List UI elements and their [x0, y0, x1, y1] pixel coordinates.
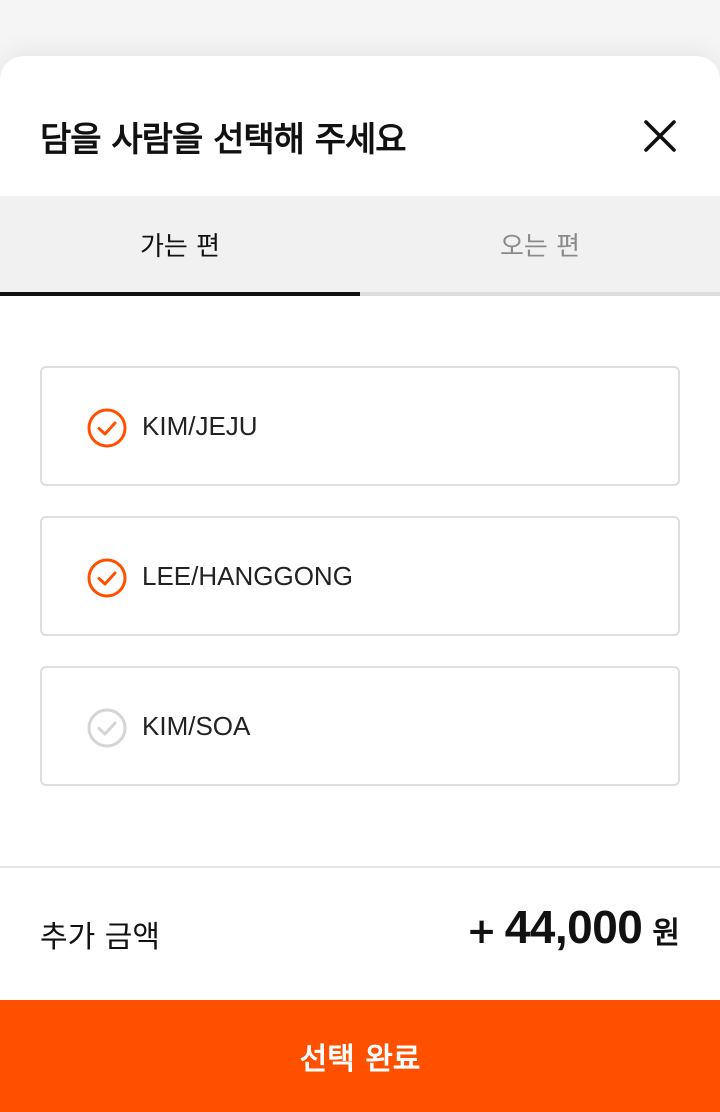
sheet-title: 담을 사람을 선택해 주세요: [40, 120, 407, 160]
tab-return-label: 오는 편: [499, 231, 581, 262]
check-circle-icon: [87, 558, 127, 598]
amount-unit: 원: [652, 916, 680, 951]
passenger-name: KIM/JEJU: [142, 411, 258, 441]
close-icon: [644, 120, 676, 152]
bottom-sheet: 담을 사람을 선택해 주세요 가는 편 오는 편 KIM/JEJU LEE/HA…: [0, 56, 720, 1112]
check-circle-icon: [87, 708, 127, 748]
passenger-name: KIM/SOA: [142, 711, 251, 741]
direction-tabs: 가는 편 오는 편: [0, 196, 720, 296]
tab-return[interactable]: 오는 편: [360, 196, 720, 296]
passenger-name: LEE/HANGGONG: [142, 561, 353, 591]
passenger-list: KIM/JEJU LEE/HANGGONG KIM/SOA: [40, 366, 680, 816]
complete-selection-label: 선택 완료: [299, 1042, 421, 1077]
check-circle-icon: [87, 408, 127, 448]
additional-amount-value: + 44,000 원: [467, 900, 680, 954]
complete-selection-button[interactable]: 선택 완료: [0, 1000, 720, 1112]
passenger-item[interactable]: KIM/SOA: [40, 666, 680, 786]
tab-outbound[interactable]: 가는 편: [0, 196, 360, 296]
close-button[interactable]: [640, 116, 680, 156]
amount-sign: +: [466, 911, 497, 952]
tab-outbound-label: 가는 편: [139, 231, 221, 262]
amount-number: 44,000: [504, 901, 643, 953]
passenger-item[interactable]: LEE/HANGGONG: [40, 516, 680, 636]
additional-amount-label: 추가 금액: [40, 920, 160, 955]
passenger-item[interactable]: KIM/JEJU: [40, 366, 680, 486]
sheet-header: 담을 사람을 선택해 주세요: [0, 56, 720, 196]
summary-divider: [0, 866, 720, 868]
